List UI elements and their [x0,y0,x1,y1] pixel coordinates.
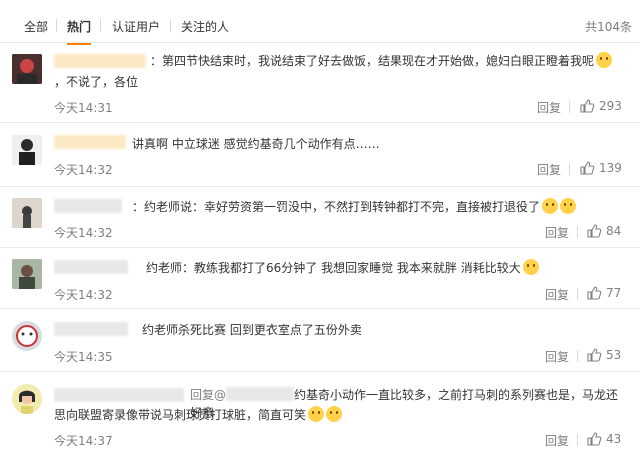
avatar[interactable] [12,321,42,351]
reply-button[interactable]: 回复 [537,161,561,178]
comment-filter-tabs: 全部 热门 认证用户 关注的人 共104条 [0,0,640,45]
avatar[interactable] [12,54,42,84]
tab-divider [170,19,171,32]
comment-time: 今天14:31 [54,101,113,115]
thumbs-up-icon [587,348,602,362]
thumbs-up-icon [587,224,602,238]
tab-divider [100,19,101,32]
comment-text-continued: ，不说了，各位 [54,75,139,89]
tab-all[interactable]: 全部 [24,18,48,35]
action-divider [569,101,570,113]
comment-text: 讲真啊 中立球迷 感觉约基奇几个动作有点…… [132,137,380,151]
like-button[interactable]: 293 [579,98,622,114]
action-divider [577,434,578,446]
comment-count: 共104条 [585,20,632,34]
comment-item: 回复@ 约基奇小动作一直比较多，之前打马刺的系列赛也是，马龙还好意 思向联盟寄录像… [0,372,640,455]
avatar-image [12,54,42,84]
avatar-image [12,321,42,351]
comment-time: 今天14:32 [54,288,113,302]
comment-text: 约老师杀死比赛 回到更衣室点了五份外卖 [142,323,362,337]
comment-text: 约老师：教练我都打了66分钟了 我想回家睡觉 我本来就胖 消耗比较大 [146,261,521,275]
action-divider [569,163,570,175]
reply-button[interactable]: 回复 [545,224,569,241]
comment-time: 今天14:37 [54,434,113,448]
like-count: 84 [606,224,622,238]
comment-text: ：第四节快结束时，我说结束了好去做饭，结果现在才开始做，媳妇白眼正瞪着我呢 [150,54,595,68]
avatar[interactable] [12,135,42,165]
username-blurred[interactable] [54,388,184,402]
thumbs-up-icon [587,286,602,300]
like-button[interactable]: 84 [586,223,621,239]
laugh-emoji-icon [542,198,559,214]
comment-item: 约老师：教练我都打了66分钟了 我想回家睡觉 我本来就胖 消耗比较大 今天14:… [0,248,640,309]
action-divider [577,350,578,362]
like-count: 43 [606,432,622,446]
comment-text-line: ：约老师说：幸好劳资第一罚没中，不然打到转钟都打不完，直接被打退役了 [132,198,628,216]
avatar[interactable] [12,384,42,414]
username-blurred[interactable] [54,260,128,274]
comment-item: 讲真啊 中立球迷 感觉约基奇几个动作有点…… 今天14:32 回复 139 [0,123,640,187]
comment-time: 今天14:35 [54,350,113,364]
laugh-emoji-icon [560,198,577,214]
avatar-image [12,259,42,289]
username-blurred[interactable] [54,322,128,336]
avatar-image [12,135,42,165]
smirk-emoji-icon [596,52,613,68]
like-button[interactable]: 43 [586,431,621,447]
tab-hot[interactable]: 热门 [67,18,92,45]
reply-prefix: 回复@ [190,388,227,402]
tab-verified-users[interactable]: 认证用户 [112,18,160,35]
comment-text-line: ：第四节快结束时，我说结束了好去做饭，结果现在才开始做，媳妇白眼正瞪着我呢 [150,52,628,70]
username-blurred[interactable] [54,199,122,213]
action-divider [577,288,578,300]
like-count: 139 [599,161,622,175]
tab-divider [56,19,57,32]
comment-text-line: 思向联盟寄录像带说马刺球员打球脏，简直可笑 [54,406,628,424]
comment-text-continued: 思向联盟寄录像带说马刺球员打球脏，简直可笑 [54,408,307,422]
like-count: 293 [599,99,622,113]
comment-item: ：第四节快结束时，我说结束了好去做饭，结果现在才开始做，媳妇白眼正瞪着我呢 ，不… [0,42,640,123]
comment-text-line: 约老师：教练我都打了66分钟了 我想回家睡觉 我本来就胖 消耗比较大 [146,259,628,277]
thumbs-up-icon [580,99,595,113]
comment-time: 今天14:32 [54,226,113,240]
comment-item: 约老师杀死比赛 回到更衣室点了五份外卖 今天14:35 回复 53 [0,309,640,372]
like-count: 77 [606,286,622,300]
avatar-image [12,384,42,414]
mock-emoji-icon [326,406,343,422]
username-blurred[interactable] [54,54,146,68]
mock-emoji-icon [308,406,325,422]
reply-button[interactable]: 回复 [545,286,569,303]
comment-text: ：约老师说：幸好劳资第一罚没中，不然打到转钟都打不完，直接被打退役了 [132,200,541,214]
tab-following[interactable]: 关注的人 [181,18,229,35]
like-button[interactable]: 53 [586,347,621,363]
like-button[interactable]: 77 [586,285,621,301]
comment-item: ：约老师说：幸好劳资第一罚没中，不然打到转钟都打不完，直接被打退役了 今天14:… [0,187,640,248]
like-count: 53 [606,348,622,362]
avatar[interactable] [12,259,42,289]
avatar[interactable] [12,198,42,228]
thumbs-up-icon [580,161,595,175]
username-blurred[interactable] [54,135,126,149]
comment-time: 今天14:32 [54,163,113,177]
like-button[interactable]: 139 [579,160,622,176]
reply-button[interactable]: 回复 [545,432,569,449]
avatar-image [12,198,42,228]
reply-target-username-blurred[interactable] [226,387,295,401]
thumbs-up-icon [587,432,602,446]
reply-button[interactable]: 回复 [545,348,569,365]
reply-button[interactable]: 回复 [537,99,561,116]
tired-emoji-icon [522,259,539,275]
action-divider [577,226,578,238]
